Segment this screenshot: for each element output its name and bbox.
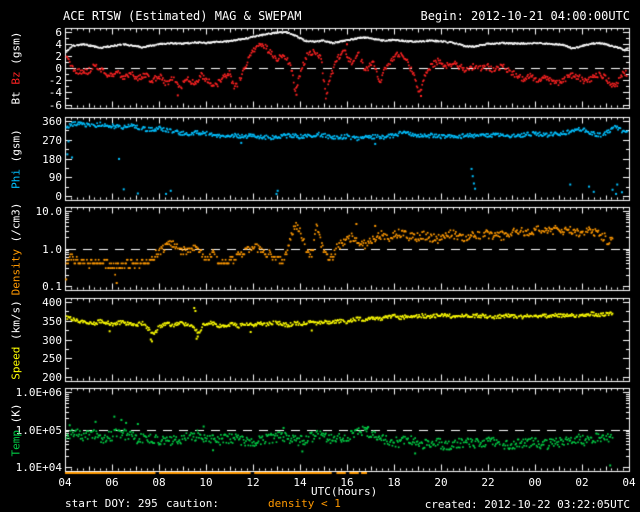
x-tick-label: 16	[340, 476, 354, 489]
x-tick-label: 08	[152, 476, 166, 489]
x-tick-label: 12	[246, 476, 260, 489]
ylabel-density: Density (/cm3)	[9, 202, 23, 295]
y-tick-label: 1.0E+04	[15, 460, 62, 474]
ace-rtsw-plot: ACE RTSW (Estimated) MAG & SWEPAM Begin:…	[0, 0, 640, 512]
ylabel-part: (/cm3)	[9, 202, 23, 242]
begin-timestamp: Begin: 2012-10-21 04:00:00UTC	[420, 9, 630, 23]
ylabel-mag: Bt Bz (gsm)	[9, 31, 23, 105]
ylabel-temp: Temp (K)	[9, 403, 23, 457]
ylabel-phi: Phi (gsm)	[9, 128, 23, 189]
footer-created-timestamp: created: 2012-10-22 03:22:05UTC	[424, 498, 630, 511]
x-tick-label: 06	[105, 476, 119, 489]
footer-start-doy: start DOY: 295	[65, 497, 158, 510]
ylabel-part: (gsm)	[9, 128, 23, 162]
y-tick-label: 360	[42, 114, 62, 128]
ylabel-part: Bz	[9, 64, 23, 85]
ylabel-part: Bt	[9, 84, 23, 105]
x-tick-label: 10	[199, 476, 213, 489]
y-tick-label: 0	[55, 189, 62, 203]
ylabel-speed: Speed (km/s)	[9, 299, 23, 380]
x-tick-label: 20	[434, 476, 448, 489]
ylabel-part: (K)	[9, 403, 23, 423]
ylabel-part: Density	[9, 241, 23, 295]
x-tick-label: 22	[481, 476, 495, 489]
x-tick-label: 04	[58, 476, 72, 489]
x-tick-label: 00	[528, 476, 542, 489]
ylabel-part: Phi	[9, 161, 23, 189]
x-tick-label: 14	[293, 476, 307, 489]
x-tick-label: 02	[575, 476, 589, 489]
ylabel-part: (km/s)	[9, 299, 23, 340]
page-title: ACE RTSW (Estimated) MAG & SWEPAM	[63, 9, 302, 23]
footer-caution-value: density < 1	[268, 497, 341, 510]
x-tick-label: 04	[622, 476, 636, 489]
ylabel-part: (gsm)	[9, 31, 23, 65]
footer-caution-label: caution:	[166, 497, 219, 510]
y-tick-label: 1.0E+06	[15, 385, 62, 399]
ylabel-part: Temp	[9, 422, 23, 457]
ylabel-part: Speed	[9, 339, 23, 380]
x-tick-label: 18	[387, 476, 401, 489]
plot-canvas	[0, 0, 640, 512]
